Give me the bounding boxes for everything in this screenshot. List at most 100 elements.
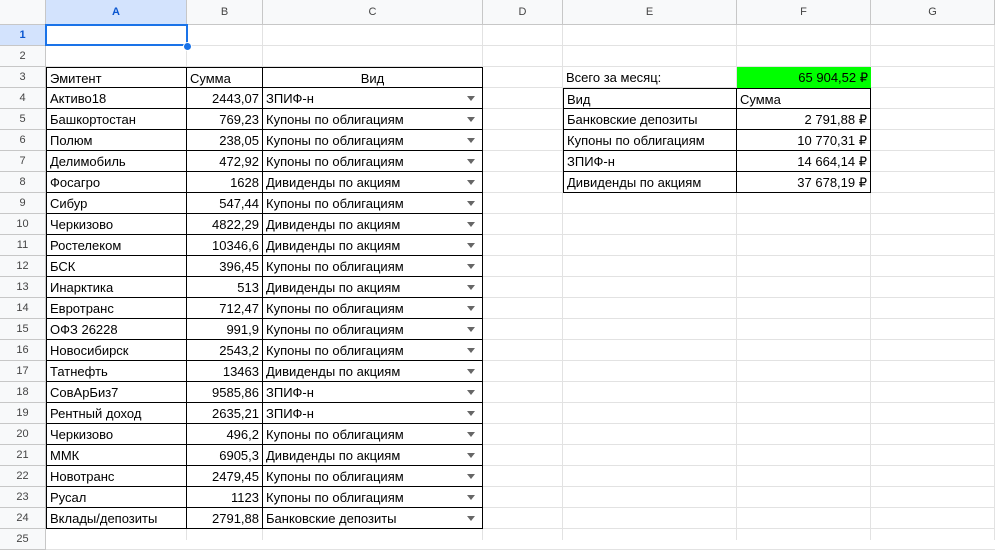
chevron-down-icon[interactable]	[467, 243, 475, 248]
summary-type-cell[interactable]: Дивиденды по акциям	[563, 172, 737, 193]
type-dropdown-cell[interactable]: Купоны по облигациям	[263, 130, 483, 151]
summary-amount-cell[interactable]: 14 664,14 ₽	[737, 151, 871, 172]
row-header-17[interactable]: 17	[0, 361, 46, 382]
chevron-down-icon[interactable]	[467, 180, 475, 185]
amount-cell[interactable]: 547,44	[187, 193, 263, 214]
type-dropdown-cell[interactable]: Купоны по облигациям	[263, 298, 483, 319]
issuer-cell[interactable]: Делимобиль	[46, 151, 187, 172]
row-header-7[interactable]: 7	[0, 151, 46, 172]
issuer-cell[interactable]: Полюм	[46, 130, 187, 151]
fill-handle[interactable]	[183, 42, 192, 51]
column-header-e[interactable]: E	[563, 0, 737, 25]
issuer-cell[interactable]: Евротранс	[46, 298, 187, 319]
issuer-cell[interactable]: Татнефть	[46, 361, 187, 382]
column-header-f[interactable]: F	[737, 0, 871, 25]
chevron-down-icon[interactable]	[467, 348, 475, 353]
column-header-b[interactable]: B	[187, 0, 263, 25]
amount-cell[interactable]: 2791,88	[187, 508, 263, 529]
row-header-6[interactable]: 6	[0, 130, 46, 151]
amount-cell[interactable]: 513	[187, 277, 263, 298]
row-header-13[interactable]: 13	[0, 277, 46, 298]
type-dropdown-cell[interactable]: Дивиденды по акциям	[263, 445, 483, 466]
column-header-g[interactable]: G	[871, 0, 995, 25]
column-header-c[interactable]: C	[263, 0, 483, 25]
type-dropdown-cell[interactable]: ЗПИФ-н	[263, 382, 483, 403]
amount-cell[interactable]: 1123	[187, 487, 263, 508]
summary-type-cell[interactable]: Банковские депозиты	[563, 109, 737, 130]
type-dropdown-cell[interactable]: ЗПИФ-н	[263, 88, 483, 109]
row-header-19[interactable]: 19	[0, 403, 46, 424]
chevron-down-icon[interactable]	[467, 411, 475, 416]
type-dropdown-cell[interactable]: ЗПИФ-н	[263, 403, 483, 424]
issuer-cell[interactable]: Черкизово	[46, 214, 187, 235]
row-header-20[interactable]: 20	[0, 424, 46, 445]
header-issuer[interactable]: Эмитент	[46, 67, 187, 88]
row-header-1[interactable]: 1	[0, 25, 46, 46]
chevron-down-icon[interactable]	[467, 138, 475, 143]
chevron-down-icon[interactable]	[467, 222, 475, 227]
summary-header-type[interactable]: Вид	[563, 88, 737, 109]
type-dropdown-cell[interactable]: Купоны по облигациям	[263, 109, 483, 130]
type-dropdown-cell[interactable]: Купоны по облигациям	[263, 256, 483, 277]
issuer-cell[interactable]: Сибур	[46, 193, 187, 214]
header-type[interactable]: Вид	[263, 67, 483, 88]
chevron-down-icon[interactable]	[467, 327, 475, 332]
amount-cell[interactable]: 2479,45	[187, 466, 263, 487]
row-header-2[interactable]: 2	[0, 46, 46, 67]
row-header-10[interactable]: 10	[0, 214, 46, 235]
issuer-cell[interactable]: Новотранс	[46, 466, 187, 487]
chevron-down-icon[interactable]	[467, 453, 475, 458]
type-dropdown-cell[interactable]: Купоны по облигациям	[263, 487, 483, 508]
chevron-down-icon[interactable]	[467, 495, 475, 500]
amount-cell[interactable]: 769,23	[187, 109, 263, 130]
issuer-cell[interactable]: Ростелеком	[46, 235, 187, 256]
row-header-4[interactable]: 4	[0, 88, 46, 109]
amount-cell[interactable]: 472,92	[187, 151, 263, 172]
row-header-24[interactable]: 24	[0, 508, 46, 529]
issuer-cell[interactable]: Русал	[46, 487, 187, 508]
chevron-down-icon[interactable]	[467, 117, 475, 122]
amount-cell[interactable]: 4822,29	[187, 214, 263, 235]
chevron-down-icon[interactable]	[467, 306, 475, 311]
selected-cell-a1[interactable]	[45, 24, 188, 46]
amount-cell[interactable]: 13463	[187, 361, 263, 382]
amount-cell[interactable]: 496,2	[187, 424, 263, 445]
type-dropdown-cell[interactable]: Купоны по облигациям	[263, 151, 483, 172]
amount-cell[interactable]: 2635,21	[187, 403, 263, 424]
amount-cell[interactable]: 991,9	[187, 319, 263, 340]
type-dropdown-cell[interactable]: Дивиденды по акциям	[263, 235, 483, 256]
chevron-down-icon[interactable]	[467, 264, 475, 269]
row-header-18[interactable]: 18	[0, 382, 46, 403]
issuer-cell[interactable]: ММК	[46, 445, 187, 466]
row-header-5[interactable]: 5	[0, 109, 46, 130]
amount-cell[interactable]: 9585,86	[187, 382, 263, 403]
summary-type-cell[interactable]: ЗПИФ-н	[563, 151, 737, 172]
issuer-cell[interactable]: Вклады/депозиты	[46, 508, 187, 529]
issuer-cell[interactable]: Рентный доход	[46, 403, 187, 424]
header-amount[interactable]: Сумма	[187, 67, 263, 88]
column-header-a[interactable]: A	[46, 0, 187, 25]
amount-cell[interactable]: 712,47	[187, 298, 263, 319]
issuer-cell[interactable]: Активо18	[46, 88, 187, 109]
type-dropdown-cell[interactable]: Дивиденды по акциям	[263, 172, 483, 193]
row-header-15[interactable]: 15	[0, 319, 46, 340]
amount-cell[interactable]: 6905,3	[187, 445, 263, 466]
type-dropdown-cell[interactable]: Дивиденды по акциям	[263, 214, 483, 235]
row-header-23[interactable]: 23	[0, 487, 46, 508]
issuer-cell[interactable]: ОФЗ 26228	[46, 319, 187, 340]
issuer-cell[interactable]: БСК	[46, 256, 187, 277]
issuer-cell[interactable]: Инарктика	[46, 277, 187, 298]
issuer-cell[interactable]: Новосибирск	[46, 340, 187, 361]
chevron-down-icon[interactable]	[467, 390, 475, 395]
row-header-16[interactable]: 16	[0, 340, 46, 361]
type-dropdown-cell[interactable]: Купоны по облигациям	[263, 193, 483, 214]
type-dropdown-cell[interactable]: Купоны по облигациям	[263, 466, 483, 487]
summary-type-cell[interactable]: Купоны по облигациям	[563, 130, 737, 151]
row-header-21[interactable]: 21	[0, 445, 46, 466]
spreadsheet-grid[interactable]: A B C D E F G 1 2 3 4 5 6 7 8 9 10 11 12 13 14 15 16 17 18 19 20 21…	[0, 0, 995, 550]
summary-amount-cell[interactable]: 10 770,31 ₽	[737, 130, 871, 151]
chevron-down-icon[interactable]	[467, 285, 475, 290]
summary-amount-cell[interactable]: 2 791,88 ₽	[737, 109, 871, 130]
issuer-cell[interactable]: Башкортостан	[46, 109, 187, 130]
row-header-14[interactable]: 14	[0, 298, 46, 319]
